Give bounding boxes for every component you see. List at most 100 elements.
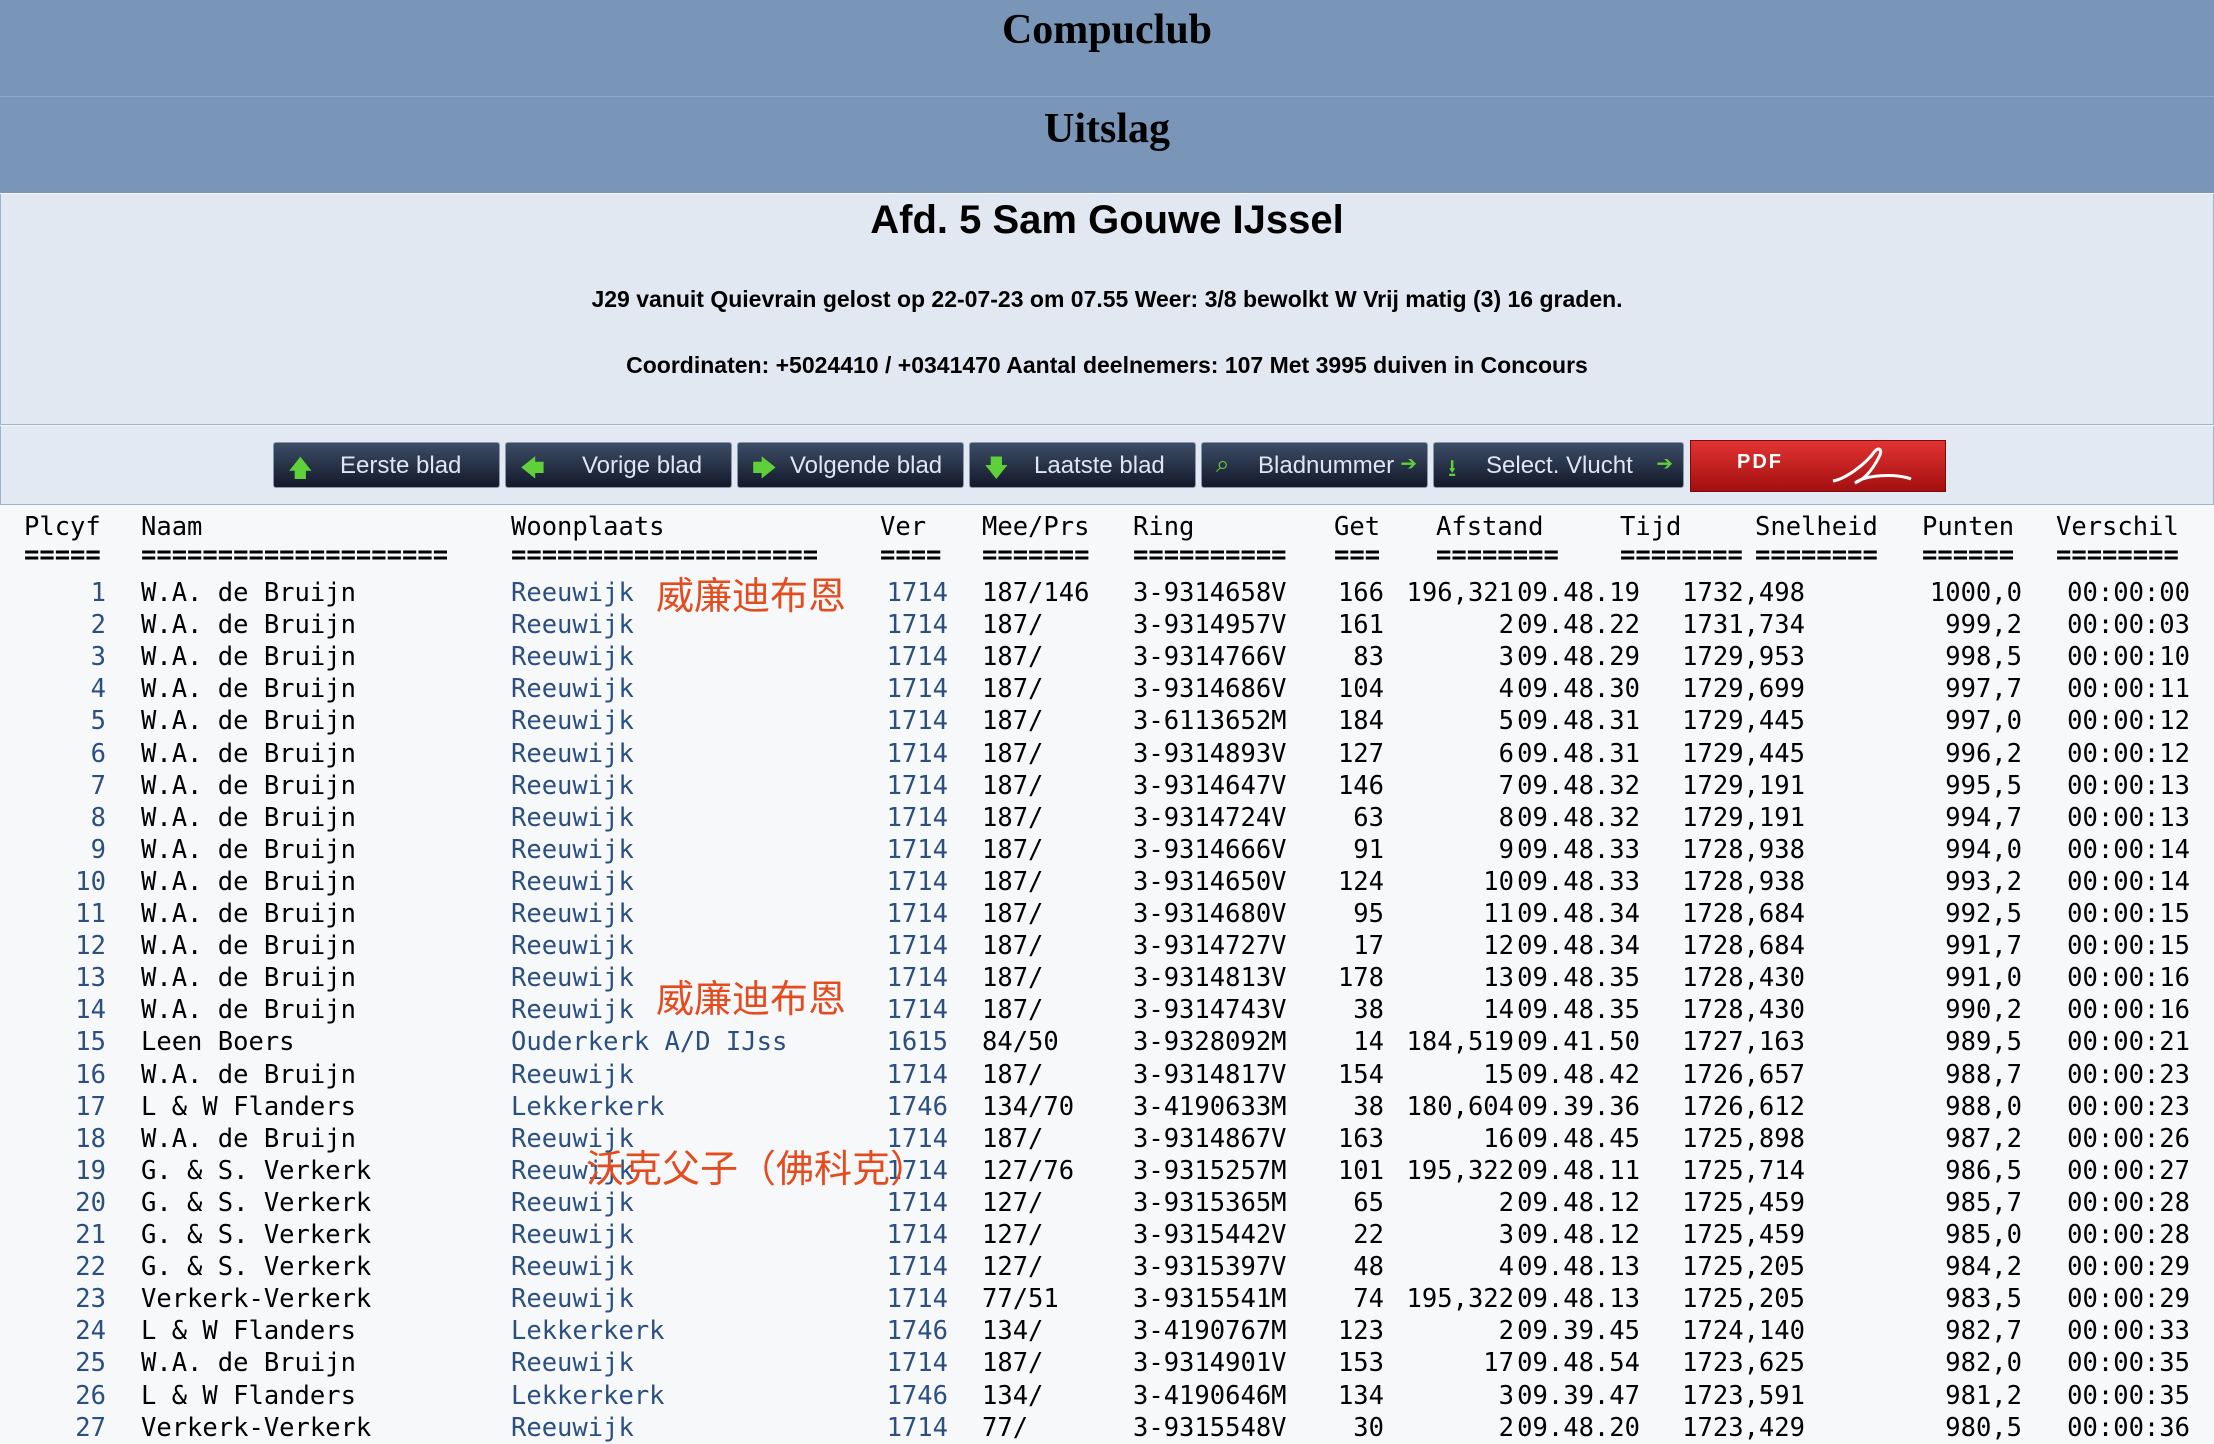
cell-club[interactable]: 1714 <box>887 1283 948 1315</box>
cell-club[interactable]: 1714 <box>887 705 948 737</box>
cell-place[interactable]: 24 <box>75 1315 106 1347</box>
cell-residence[interactable]: Reeuwijk <box>511 1347 634 1379</box>
cell-club[interactable]: 1615 <box>887 1026 948 1058</box>
cell-residence[interactable]: Reeuwijk <box>511 930 634 962</box>
cell-ring: 3-4190767M <box>1133 1316 1287 1347</box>
cell-speed: 1728,938 <box>1682 834 1805 865</box>
cell-club[interactable]: 1714 <box>887 1059 948 1091</box>
first-page-button[interactable]: 🡅 Eerste blad <box>273 442 500 488</box>
cell-place[interactable]: 13 <box>75 962 106 994</box>
cell-place[interactable]: 21 <box>75 1219 106 1251</box>
cell-residence[interactable]: Reeuwijk <box>511 1219 634 1251</box>
cell-residence[interactable]: Reeuwijk <box>511 770 634 802</box>
cell-place[interactable]: 20 <box>75 1187 106 1219</box>
cell-time: 09.48.34 <box>1517 931 1640 962</box>
cell-place[interactable]: 4 <box>91 673 106 705</box>
cell-club[interactable]: 1714 <box>887 1412 948 1444</box>
cell-place[interactable]: 10 <box>75 866 106 898</box>
cell-place[interactable]: 19 <box>75 1155 106 1187</box>
column-underline: ===== <box>24 540 101 570</box>
cell-club[interactable]: 1714 <box>887 962 948 994</box>
cell-residence[interactable]: Reeuwijk <box>511 1412 634 1444</box>
cell-club[interactable]: 1714 <box>887 994 948 1026</box>
cell-place[interactable]: 16 <box>75 1059 106 1091</box>
cell-club[interactable]: 1714 <box>887 1251 948 1283</box>
cell-residence[interactable]: Reeuwijk <box>511 705 634 737</box>
cell-place[interactable]: 15 <box>75 1026 106 1058</box>
cell-residence[interactable]: Reeuwijk <box>511 673 634 705</box>
cell-residence[interactable]: Lekkerkerk <box>511 1315 665 1347</box>
cell-club[interactable]: 1746 <box>887 1091 948 1123</box>
cell-club[interactable]: 1746 <box>887 1380 948 1412</box>
cell-place[interactable]: 18 <box>75 1123 106 1155</box>
cell-speed: 1726,657 <box>1682 1059 1805 1090</box>
cell-residence[interactable]: Ouderkerk A/D IJss <box>511 1026 787 1058</box>
cell-residence[interactable]: Reeuwijk <box>511 1059 634 1091</box>
cell-club[interactable]: 1714 <box>887 577 948 609</box>
cell-residence[interactable]: Reeuwijk <box>511 962 634 994</box>
cell-club[interactable]: 1714 <box>887 1347 948 1379</box>
cell-residence[interactable]: Reeuwijk <box>511 994 634 1026</box>
cell-place[interactable]: 3 <box>91 641 106 673</box>
cell-ring: 3-9314766V <box>1133 642 1287 673</box>
cell-place[interactable]: 17 <box>75 1091 106 1123</box>
cell-residence[interactable]: Reeuwijk <box>511 738 634 770</box>
cell-ring: 3-4190646M <box>1133 1380 1287 1411</box>
cell-club[interactable]: 1714 <box>887 738 948 770</box>
cell-name: W.A. de Bruijn <box>141 1123 356 1154</box>
cell-place[interactable]: 1 <box>91 577 106 609</box>
page-number-button[interactable]: ⌕ Bladnummer ➔ <box>1201 442 1428 488</box>
cell-place[interactable]: 9 <box>91 834 106 866</box>
cell-speed: 1728,684 <box>1682 931 1805 962</box>
cell-place[interactable]: 25 <box>75 1347 106 1379</box>
cell-club[interactable]: 1714 <box>887 673 948 705</box>
cell-club[interactable]: 1714 <box>887 898 948 930</box>
cell-entries: 127/ <box>982 1187 1044 1218</box>
cell-place[interactable]: 6 <box>91 738 106 770</box>
cell-club[interactable]: 1714 <box>887 1219 948 1251</box>
cell-place[interactable]: 11 <box>75 898 106 930</box>
previous-page-button[interactable]: 🡄 Vorige blad <box>505 442 732 488</box>
cell-residence[interactable]: Reeuwijk <box>511 834 634 866</box>
cell-club[interactable]: 1714 <box>887 770 948 802</box>
cell-place[interactable]: 8 <box>91 802 106 834</box>
cell-residence[interactable]: Reeuwijk <box>511 866 634 898</box>
cell-residence[interactable]: Lekkerkerk <box>511 1091 665 1123</box>
cell-ring: 3-9314658V <box>1133 578 1287 608</box>
cell-ring: 3-9315257M <box>1133 1155 1287 1186</box>
cell-club[interactable]: 1714 <box>887 802 948 834</box>
cell-residence[interactable]: Reeuwijk <box>511 641 634 673</box>
next-page-button[interactable]: 🡆 Volgende blad <box>737 442 964 488</box>
cell-time: 09.39.36 <box>1517 1091 1640 1122</box>
cell-place[interactable]: 7 <box>91 770 106 802</box>
cell-club[interactable]: 1714 <box>887 930 948 962</box>
cell-time: 09.48.12 <box>1517 1220 1640 1250</box>
cell-place[interactable]: 22 <box>75 1251 106 1283</box>
cell-residence[interactable]: Lekkerkerk <box>511 1380 665 1412</box>
cell-place[interactable]: 12 <box>75 930 106 962</box>
cell-place[interactable]: 27 <box>75 1412 106 1444</box>
cell-place[interactable]: 23 <box>75 1283 106 1315</box>
cell-residence[interactable]: Reeuwijk <box>511 1283 634 1315</box>
cell-place[interactable]: 26 <box>75 1380 106 1412</box>
pdf-button[interactable]: PDF <box>1690 440 1946 492</box>
cell-place[interactable]: 14 <box>75 994 106 1026</box>
cell-club[interactable]: 1714 <box>887 866 948 898</box>
cell-place[interactable]: 2 <box>91 609 106 641</box>
last-page-button[interactable]: 🡇 Laatste blad <box>969 442 1196 488</box>
cell-residence[interactable]: Reeuwijk <box>511 1251 634 1283</box>
cell-place[interactable]: 5 <box>91 705 106 737</box>
cell-residence[interactable]: Reeuwijk <box>511 609 634 641</box>
cell-club[interactable]: 1746 <box>887 1315 948 1347</box>
cell-club[interactable]: 1714 <box>887 834 948 866</box>
cell-residence[interactable]: Reeuwijk <box>511 577 634 609</box>
select-flight-button[interactable]: ⭳ Select. Vlucht ➔ <box>1433 442 1684 488</box>
cell-residence[interactable]: Reeuwijk <box>511 898 634 930</box>
cell-entries: 187/ <box>982 899 1044 929</box>
cell-club[interactable]: 1714 <box>887 609 948 641</box>
cell-difference: 00:00:21 <box>2067 1027 2190 1058</box>
cell-club[interactable]: 1714 <box>887 641 948 673</box>
cell-residence[interactable]: Reeuwijk <box>511 802 634 834</box>
cell-name: W.A. de Bruijn <box>141 802 356 833</box>
watermark-label: 威廉迪布恩 <box>656 574 847 618</box>
